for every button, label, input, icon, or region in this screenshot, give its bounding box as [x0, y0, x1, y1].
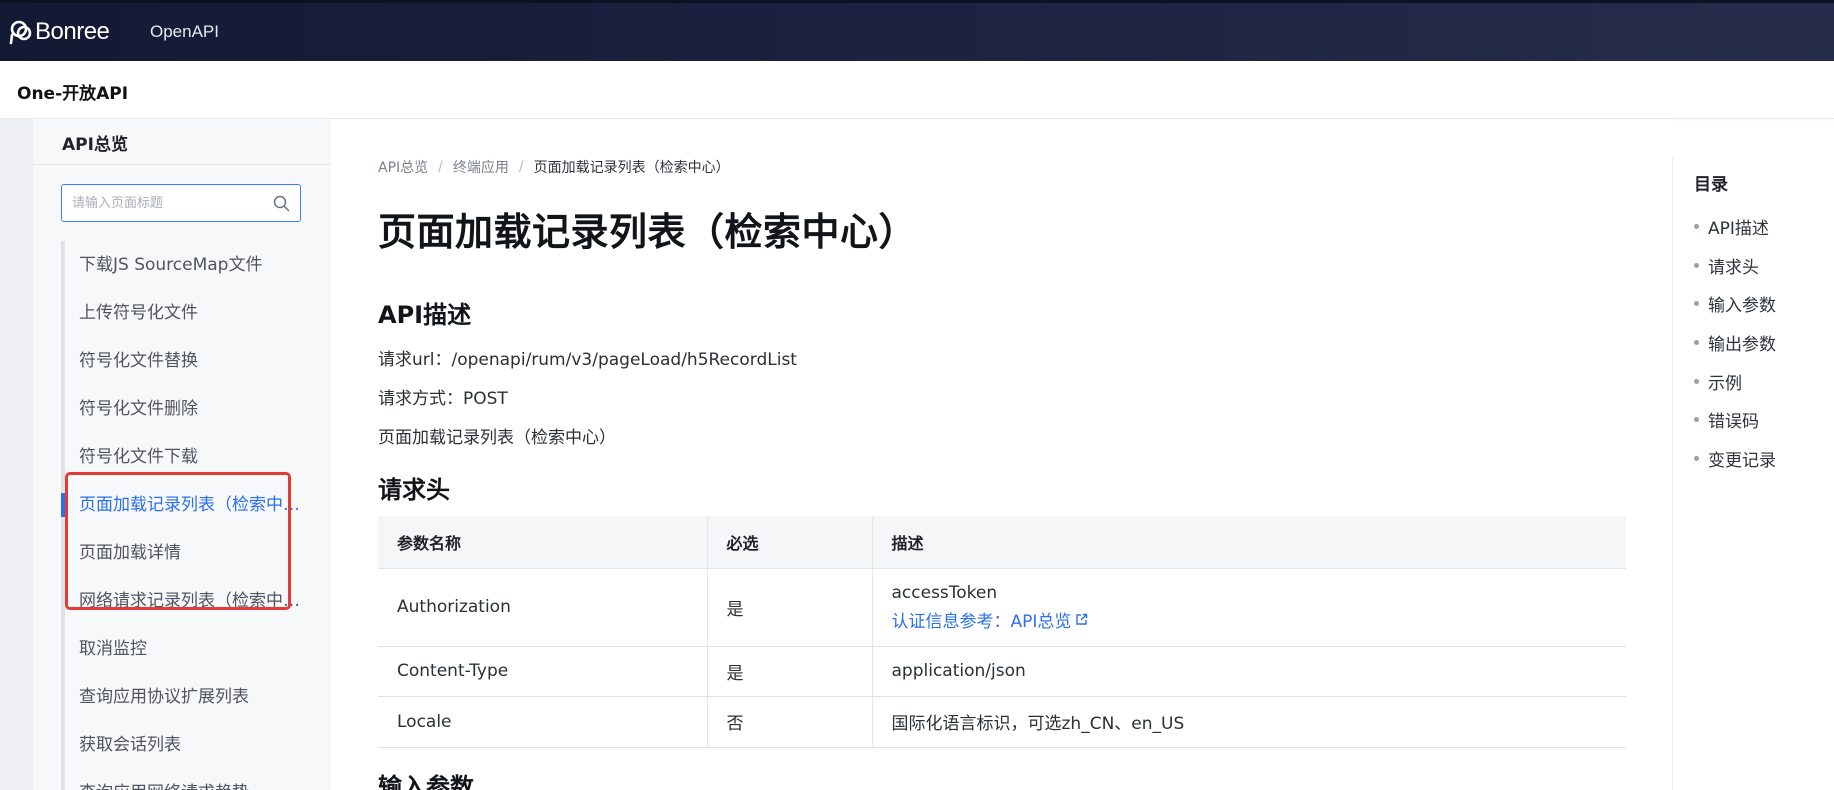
- table-row: Content-Type 是 application/json: [378, 646, 1626, 697]
- page-title: 页面加载记录列表（检索中心）: [378, 210, 918, 254]
- bullet-icon: [1694, 456, 1699, 461]
- cell-required: 否: [707, 696, 873, 748]
- request-method: 请求方式：POST: [378, 389, 508, 409]
- nav-openapi[interactable]: OpenAPI: [150, 22, 219, 42]
- bullet-icon: [1694, 263, 1699, 268]
- toc-item-label[interactable]: 变更记录: [1708, 446, 1776, 471]
- breadcrumb-terminal-app[interactable]: 终端应用: [453, 157, 509, 177]
- sidebar-item-cancel-monitor[interactable]: 取消监控: [65, 625, 305, 673]
- breadcrumb-separator: /: [438, 159, 443, 175]
- toc-item-output-params[interactable]: 输出参数: [1694, 330, 1776, 355]
- sidebar-item-protocol-ext[interactable]: 查询应用协议扩展列表: [65, 673, 305, 721]
- sidebar-item-network-list[interactable]: 网络请求记录列表（检索中心）: [65, 577, 305, 625]
- sidebar-item-network-trend[interactable]: 查询应用网络请求趋势: [65, 769, 305, 790]
- sidebar-nav: 下载JS SourceMap文件 上传符号化文件 符号化文件替换 符号化文件删除…: [61, 241, 311, 790]
- toc-item-api-description[interactable]: API描述: [1694, 214, 1769, 239]
- sidebar-item-session-list[interactable]: 获取会话列表: [65, 721, 305, 769]
- sidebar-item-delete-symbol[interactable]: 符号化文件删除: [65, 385, 305, 433]
- column-header-description: 描述: [872, 516, 1626, 569]
- bullet-icon: [1694, 379, 1699, 384]
- column-header-name: 参数名称: [378, 516, 708, 569]
- bullet-icon: [1694, 224, 1699, 229]
- table-row: Locale 否 国际化语言标识，可选zh_CN、en_US: [378, 696, 1626, 748]
- table-row: Authorization 是 accessToken 认证信息参考：API总览: [378, 568, 1626, 647]
- toc-item-label[interactable]: API描述: [1708, 214, 1769, 239]
- toc-item-label[interactable]: 请求头: [1708, 253, 1759, 278]
- column-header-required: 必选: [707, 516, 873, 569]
- auth-reference-link-text[interactable]: 认证信息参考：API总览: [892, 607, 1072, 632]
- sidebar-header: API总览: [33, 119, 331, 165]
- brand-name: Bonree: [35, 18, 110, 45]
- main-content: API总览 / 终端应用 / 页面加载记录列表（检索中心） 页面加载记录列表（检…: [331, 119, 1671, 790]
- toc-item-input-params[interactable]: 输入参数: [1694, 291, 1776, 316]
- toc-item-label[interactable]: 输出参数: [1708, 330, 1776, 355]
- sidebar-item-pageload-detail[interactable]: 页面加载详情: [65, 529, 305, 577]
- top-bar: Bonree OpenAPI: [0, 0, 1834, 61]
- cell-required: 是: [707, 646, 873, 697]
- toc-item-request-headers[interactable]: 请求头: [1694, 253, 1759, 278]
- toc-item-label[interactable]: 示例: [1708, 369, 1742, 394]
- sidebar: API总览 下载JS SourceMap文件 上传符号化文件 符号化文件替换 符…: [33, 119, 331, 790]
- request-url: 请求url：/openapi/rum/v3/pageLoad/h5RecordL…: [378, 350, 797, 370]
- sidebar-item-pageload-list[interactable]: 页面加载记录列表（检索中心）: [65, 481, 305, 529]
- cell-param-name: Content-Type: [378, 646, 708, 697]
- api-description-text: 页面加载记录列表（检索中心）: [378, 428, 616, 448]
- search-box[interactable]: [61, 184, 301, 222]
- sidebar-item-upload-symbol[interactable]: 上传符号化文件: [65, 289, 305, 337]
- sidebar-title[interactable]: API总览: [62, 130, 128, 155]
- sidebar-item-replace-symbol[interactable]: 符号化文件替换: [65, 337, 305, 385]
- auth-reference-link[interactable]: 认证信息参考：API总览: [892, 607, 1089, 632]
- sidebar-item-download-symbol[interactable]: 符号化文件下载: [65, 433, 305, 481]
- left-gutter: [0, 119, 33, 790]
- search-icon[interactable]: [273, 195, 290, 212]
- search-input[interactable]: [72, 193, 262, 213]
- cell-description: application/json: [872, 646, 1626, 697]
- section-api-description: API描述: [378, 301, 472, 329]
- breadcrumb-api-overview[interactable]: API总览: [378, 157, 428, 177]
- bullet-icon: [1694, 301, 1699, 306]
- table-of-contents: 目录 API描述 请求头 输入参数 输出参数 示例 错误码 变更记录: [1672, 156, 1834, 790]
- breadcrumb: API总览 / 终端应用 / 页面加载记录列表（检索中心）: [378, 157, 730, 177]
- toc-title: 目录: [1694, 175, 1728, 195]
- bonree-logo[interactable]: Bonree: [7, 18, 110, 46]
- toc-item-examples[interactable]: 示例: [1694, 369, 1742, 394]
- cell-param-name: Locale: [378, 696, 708, 748]
- table-header-row: 参数名称 必选 描述: [378, 516, 1626, 569]
- cell-description-text: accessToken: [891, 582, 998, 603]
- cell-description: 国际化语言标识，可选zh_CN、en_US: [872, 696, 1626, 748]
- sidebar-item-download-sourcemap[interactable]: 下载JS SourceMap文件: [65, 241, 305, 289]
- external-link-icon: [1076, 613, 1088, 625]
- toc-item-error-codes[interactable]: 错误码: [1694, 407, 1759, 432]
- section-input-params: 输入参数: [378, 773, 474, 790]
- breadcrumb-current: 页面加载记录列表（检索中心）: [533, 160, 730, 176]
- bullet-icon: [1694, 340, 1699, 345]
- request-headers-table: 参数名称 必选 描述 Authorization 是 accessToken 认…: [378, 516, 1626, 748]
- bonree-logo-icon: [9, 20, 32, 45]
- cell-description: accessToken 认证信息参考：API总览: [872, 568, 1626, 647]
- toc-item-label[interactable]: 输入参数: [1708, 291, 1776, 316]
- bullet-icon: [1694, 417, 1699, 422]
- sub-header: One-开放API: [0, 61, 1834, 119]
- cell-required: 是: [707, 568, 873, 647]
- toc-item-label[interactable]: 错误码: [1708, 407, 1759, 432]
- breadcrumb-separator: /: [518, 159, 524, 175]
- cell-param-name: Authorization: [378, 568, 708, 647]
- product-title[interactable]: One-开放API: [17, 79, 128, 104]
- section-request-headers: 请求头: [378, 476, 450, 504]
- toc-item-changelog[interactable]: 变更记录: [1694, 446, 1776, 471]
